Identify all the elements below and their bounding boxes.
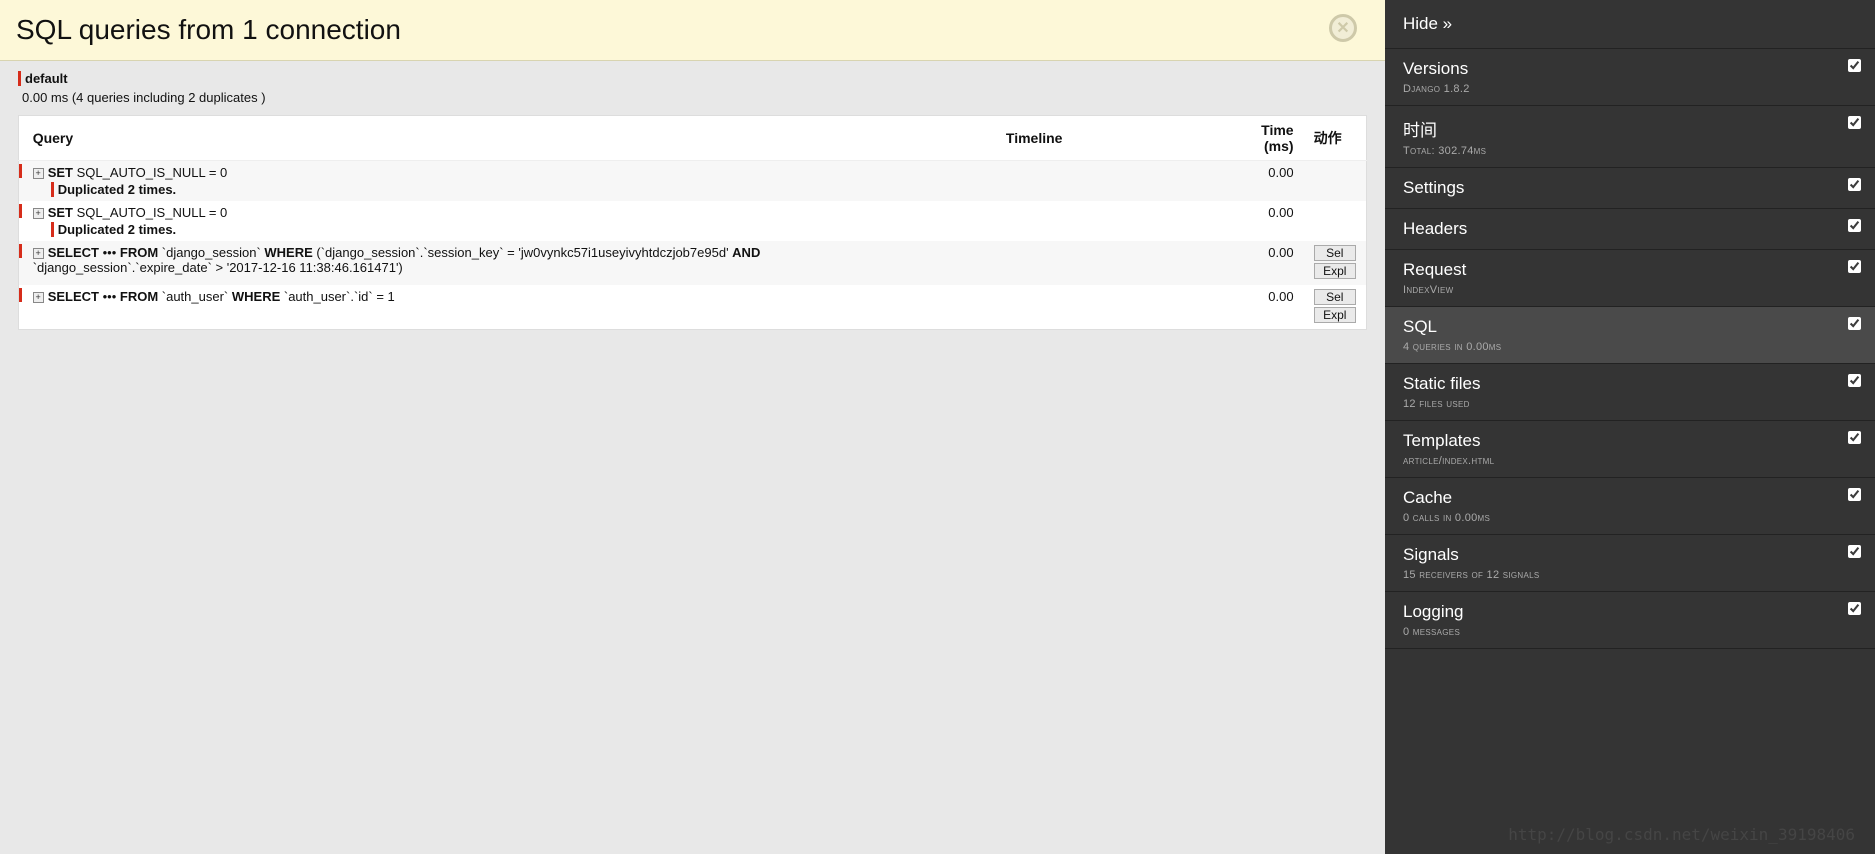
status-indicator-icon (19, 204, 22, 218)
panel-subtitle: 15 receivers of 12 signals (1403, 569, 1857, 581)
sidebar-panel-templates[interactable]: Templates article/index.html (1385, 421, 1875, 478)
panel-toggle-checkbox[interactable] (1848, 488, 1861, 501)
duplicate-note: Duplicated 2 times. (51, 222, 831, 237)
panel-subtitle: 4 queries in 0.00ms (1403, 341, 1857, 353)
expand-icon[interactable]: + (33, 292, 44, 303)
timeline-cell (840, 285, 1228, 330)
panel-toggle-checkbox[interactable] (1848, 260, 1861, 273)
action-cell (1304, 161, 1367, 202)
time-cell: 0.00 (1228, 285, 1303, 330)
panel-subtitle: 0 calls in 0.00ms (1403, 512, 1857, 524)
connection-name: default (18, 71, 68, 86)
time-cell: 0.00 (1228, 161, 1303, 202)
panel-title: Templates (1403, 431, 1857, 451)
table-row: + SET SQL_AUTO_IS_NULL = 0 Duplicated 2 ti… (19, 201, 1367, 241)
status-indicator-icon (19, 288, 22, 302)
panel-title: SQL (1403, 317, 1857, 337)
query-text: SET SQL_AUTO_IS_NULL = 0 (48, 165, 228, 180)
panel-toggle-checkbox[interactable] (1848, 317, 1861, 330)
expl-button[interactable]: Expl (1314, 307, 1356, 323)
close-icon[interactable]: ✕ (1329, 14, 1357, 42)
panel-title: Settings (1403, 178, 1857, 198)
action-cell (1304, 201, 1367, 241)
hide-toolbar-button[interactable]: Hide » (1385, 0, 1875, 49)
status-indicator-icon (19, 164, 22, 178)
duplicate-note: Duplicated 2 times. (51, 182, 831, 197)
connection-header: default 0.00 ms (4 queries including 2 d… (0, 61, 1385, 113)
panel-subtitle: IndexView (1403, 284, 1857, 296)
col-header-action: 动作 (1304, 116, 1367, 161)
timeline-cell (840, 201, 1228, 241)
panel-toggle-checkbox[interactable] (1848, 59, 1861, 72)
table-row: + SELECT ••• FROM `auth_user` WHERE `auth… (19, 285, 1367, 330)
panel-title: Versions (1403, 59, 1857, 79)
panel-title: Logging (1403, 602, 1857, 622)
sidebar-panel-cache[interactable]: Cache 0 calls in 0.00ms (1385, 478, 1875, 535)
sel-button[interactable]: Sel (1314, 289, 1356, 305)
panel-toggle-checkbox[interactable] (1848, 116, 1861, 129)
action-cell: Sel Expl (1304, 285, 1367, 330)
panel-toggle-checkbox[interactable] (1848, 545, 1861, 558)
expand-icon[interactable]: + (33, 168, 44, 179)
sidebar-panel-sql[interactable]: SQL 4 queries in 0.00ms (1385, 307, 1875, 364)
sidebar-panel-signals[interactable]: Signals 15 receivers of 12 signals (1385, 535, 1875, 592)
panel-subtitle: Total: 302.74ms (1403, 145, 1857, 157)
panel-subtitle: 12 files used (1403, 398, 1857, 410)
panel-title: Request (1403, 260, 1857, 280)
sidebar-panel-versions[interactable]: Versions Django 1.8.2 (1385, 49, 1875, 106)
panel-toggle-checkbox[interactable] (1848, 219, 1861, 232)
page-title: SQL queries from 1 connection (16, 14, 1365, 46)
sidebar-panel-headers[interactable]: Headers (1385, 209, 1875, 250)
panel-title: Cache (1403, 488, 1857, 508)
sidebar-panel-时间[interactable]: 时间 Total: 302.74ms (1385, 106, 1875, 168)
panel-toggle-checkbox[interactable] (1848, 431, 1861, 444)
sidebar-panel-request[interactable]: Request IndexView (1385, 250, 1875, 307)
action-cell: Sel Expl (1304, 241, 1367, 285)
panel-title: 时间 (1403, 116, 1857, 141)
table-row: +SELECT ••• FROM `django_session` WHERE … (19, 241, 1367, 285)
panel-toggle-checkbox[interactable] (1848, 374, 1861, 387)
time-cell: 0.00 (1228, 241, 1303, 285)
col-header-time: Time (ms) (1228, 116, 1303, 161)
col-header-timeline: Timeline (840, 116, 1228, 161)
expl-button[interactable]: Expl (1314, 263, 1356, 279)
sql-queries-table: Query Timeline Time (ms) 动作 + SET SQL_AUT… (18, 115, 1367, 330)
sidebar-panel-logging[interactable]: Logging 0 messages (1385, 592, 1875, 649)
connection-summary: 0.00 ms (4 queries including 2 duplicate… (18, 90, 1365, 105)
sidebar-panel-static-files[interactable]: Static files 12 files used (1385, 364, 1875, 421)
panel-titlebar: SQL queries from 1 connection ✕ (0, 0, 1385, 61)
panel-subtitle: Django 1.8.2 (1403, 83, 1857, 95)
panel-toggle-checkbox[interactable] (1848, 602, 1861, 615)
query-text: SET SQL_AUTO_IS_NULL = 0 (48, 205, 228, 220)
panel-subtitle: 0 messages (1403, 626, 1857, 638)
time-cell: 0.00 (1228, 201, 1303, 241)
timeline-cell (840, 241, 1228, 285)
expand-icon[interactable]: + (33, 248, 44, 259)
debug-toolbar-sidebar: Hide » Versions Django 1.8.2 时间 Total: 302.… (1385, 0, 1875, 854)
query-text: SELECT ••• FROM `django_session` WHERE (… (33, 245, 761, 275)
col-header-query: Query (23, 116, 841, 161)
sidebar-panel-settings[interactable]: Settings (1385, 168, 1875, 209)
expand-icon[interactable]: + (33, 208, 44, 219)
query-text: SELECT ••• FROM `auth_user` WHERE `auth_… (48, 289, 395, 304)
timeline-cell (840, 161, 1228, 202)
panel-subtitle: article/index.html (1403, 455, 1857, 467)
sel-button[interactable]: Sel (1314, 245, 1356, 261)
status-indicator-icon (19, 244, 22, 258)
table-row: + SET SQL_AUTO_IS_NULL = 0 Duplicated 2 ti… (19, 161, 1367, 202)
panel-title: Static files (1403, 374, 1857, 394)
panel-title: Signals (1403, 545, 1857, 565)
panel-title: Headers (1403, 219, 1857, 239)
panel-toggle-checkbox[interactable] (1848, 178, 1861, 191)
